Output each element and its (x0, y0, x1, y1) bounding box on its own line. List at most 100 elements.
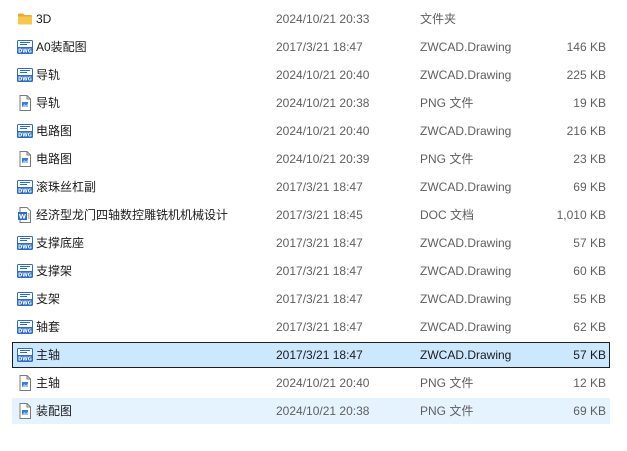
dwg-icon: DWG (17, 67, 33, 83)
file-size: 19 KB (573, 96, 606, 110)
folder-icon (17, 11, 33, 27)
file-name: 支架 (36, 292, 61, 306)
png-icon (17, 403, 33, 419)
file-name: 主轴 (36, 376, 61, 390)
file-type: ZWCAD.Drawing (420, 292, 512, 306)
file-row-2[interactable]: DWG 导轨 2024/10/21 20:40 ZWCAD.Drawing 22… (12, 62, 610, 88)
file-row-13[interactable]: 主轴 2024/10/21 20:40 PNG 文件 12 KB (12, 370, 610, 396)
svg-text:DWG: DWG (18, 76, 32, 82)
file-type: ZWCAD.Drawing (420, 348, 512, 362)
dwg-icon: DWG (17, 123, 33, 139)
svg-text:W: W (19, 213, 26, 221)
file-list: 3D 2024/10/21 20:33 文件夹 DWG A0装配图 2017/3… (12, 6, 610, 426)
file-date-modified: 2017/3/21 18:47 (276, 264, 363, 278)
file-type: DOC 文档 (420, 208, 475, 222)
dwg-icon: DWG (17, 263, 33, 279)
file-date-modified: 2024/10/21 20:40 (276, 124, 370, 138)
file-row-11[interactable]: DWG 轴套 2017/3/21 18:47 ZWCAD.Drawing 62 … (12, 314, 610, 340)
file-size: 60 KB (573, 264, 606, 278)
file-type: ZWCAD.Drawing (420, 40, 512, 54)
svg-text:DWG: DWG (18, 188, 32, 194)
file-row-1[interactable]: DWG A0装配图 2017/3/21 18:47 ZWCAD.Drawing … (12, 34, 610, 60)
file-size: 57 KB (573, 348, 606, 362)
file-name: 电路图 (36, 152, 73, 166)
file-name: 轴套 (36, 320, 61, 334)
file-name: 支撑架 (36, 264, 73, 278)
file-type: PNG 文件 (420, 376, 474, 390)
dwg-icon: DWG (17, 347, 33, 363)
file-row-4[interactable]: DWG 电路图 2024/10/21 20:40 ZWCAD.Drawing 2… (12, 118, 610, 144)
file-type: ZWCAD.Drawing (420, 320, 512, 334)
file-size: 69 KB (573, 404, 606, 418)
file-date-modified: 2017/3/21 18:47 (276, 292, 363, 306)
file-date-modified: 2024/10/21 20:40 (276, 68, 370, 82)
png-icon (17, 375, 33, 391)
file-size: 225 KB (566, 68, 606, 82)
svg-text:DWG: DWG (18, 244, 32, 250)
dwg-icon: DWG (17, 179, 33, 195)
svg-text:DWG: DWG (18, 300, 32, 306)
file-date-modified: 2017/3/21 18:47 (276, 236, 363, 250)
file-date-modified: 2024/10/21 20:39 (276, 152, 370, 166)
file-date-modified: 2017/3/21 18:47 (276, 320, 363, 334)
file-row-12[interactable]: DWG 主轴 2017/3/21 18:47 ZWCAD.Drawing 57 … (12, 342, 610, 368)
file-size: 69 KB (573, 180, 606, 194)
file-size: 12 KB (573, 376, 606, 390)
file-name: A0装配图 (36, 40, 87, 54)
file-size: 146 KB (566, 40, 606, 54)
file-row-3[interactable]: 导轨 2024/10/21 20:38 PNG 文件 19 KB (12, 90, 610, 116)
file-date-modified: 2024/10/21 20:33 (276, 12, 370, 26)
file-row-9[interactable]: DWG 支撑架 2017/3/21 18:47 ZWCAD.Drawing 60… (12, 258, 610, 284)
file-name: 3D (36, 12, 52, 26)
file-size: 23 KB (573, 152, 606, 166)
file-name: 支撑底座 (36, 236, 85, 250)
file-type: ZWCAD.Drawing (420, 124, 512, 138)
file-date-modified: 2024/10/21 20:38 (276, 96, 370, 110)
dwg-icon: DWG (17, 319, 33, 335)
file-date-modified: 2024/10/21 20:40 (276, 376, 370, 390)
svg-text:DWG: DWG (18, 48, 32, 54)
svg-text:DWG: DWG (18, 272, 32, 278)
file-type: PNG 文件 (420, 152, 474, 166)
file-row-8[interactable]: DWG 支撑底座 2017/3/21 18:47 ZWCAD.Drawing 5… (12, 230, 610, 256)
file-type: ZWCAD.Drawing (420, 264, 512, 278)
file-date-modified: 2017/3/21 18:45 (276, 208, 363, 222)
file-type: ZWCAD.Drawing (420, 236, 512, 250)
file-name: 主轴 (36, 348, 61, 362)
dwg-icon: DWG (17, 235, 33, 251)
file-name: 滚珠丝杠副 (36, 180, 97, 194)
file-date-modified: 2024/10/21 20:38 (276, 404, 370, 418)
dwg-icon: DWG (17, 291, 33, 307)
svg-text:DWG: DWG (18, 132, 32, 138)
file-row-14[interactable]: 装配图 2024/10/21 20:38 PNG 文件 69 KB (12, 398, 610, 424)
file-size: 62 KB (573, 320, 606, 334)
file-type: PNG 文件 (420, 404, 474, 418)
file-size: 1,010 KB (556, 208, 606, 222)
file-row-5[interactable]: 电路图 2024/10/21 20:39 PNG 文件 23 KB (12, 146, 610, 172)
file-size: 57 KB (573, 236, 606, 250)
png-icon (17, 151, 33, 167)
file-row-10[interactable]: DWG 支架 2017/3/21 18:47 ZWCAD.Drawing 55 … (12, 286, 610, 312)
file-size: 55 KB (573, 292, 606, 306)
file-row-6[interactable]: DWG 滚珠丝杠副 2017/3/21 18:47 ZWCAD.Drawing … (12, 174, 610, 200)
doc-icon: W (17, 207, 33, 223)
dwg-icon: DWG (17, 39, 33, 55)
file-name: 导轨 (36, 68, 61, 82)
file-type: ZWCAD.Drawing (420, 68, 512, 82)
svg-text:DWG: DWG (18, 356, 32, 362)
file-size: 216 KB (566, 124, 606, 138)
file-type: PNG 文件 (420, 96, 474, 110)
file-name: 装配图 (36, 404, 73, 418)
file-name: 经济型龙门四轴数控雕铣机机械设计 (36, 208, 229, 222)
file-type: 文件夹 (420, 12, 457, 26)
file-date-modified: 2017/3/21 18:47 (276, 348, 363, 362)
file-name: 电路图 (36, 124, 73, 138)
file-type: ZWCAD.Drawing (420, 180, 512, 194)
file-date-modified: 2017/3/21 18:47 (276, 180, 363, 194)
file-date-modified: 2017/3/21 18:47 (276, 40, 363, 54)
png-icon (17, 95, 33, 111)
svg-text:DWG: DWG (18, 328, 32, 334)
file-name: 导轨 (36, 96, 61, 110)
file-row-7[interactable]: W 经济型龙门四轴数控雕铣机机械设计 2017/3/21 18:45 DOC 文… (12, 202, 610, 228)
file-row-0[interactable]: 3D 2024/10/21 20:33 文件夹 (12, 6, 610, 32)
